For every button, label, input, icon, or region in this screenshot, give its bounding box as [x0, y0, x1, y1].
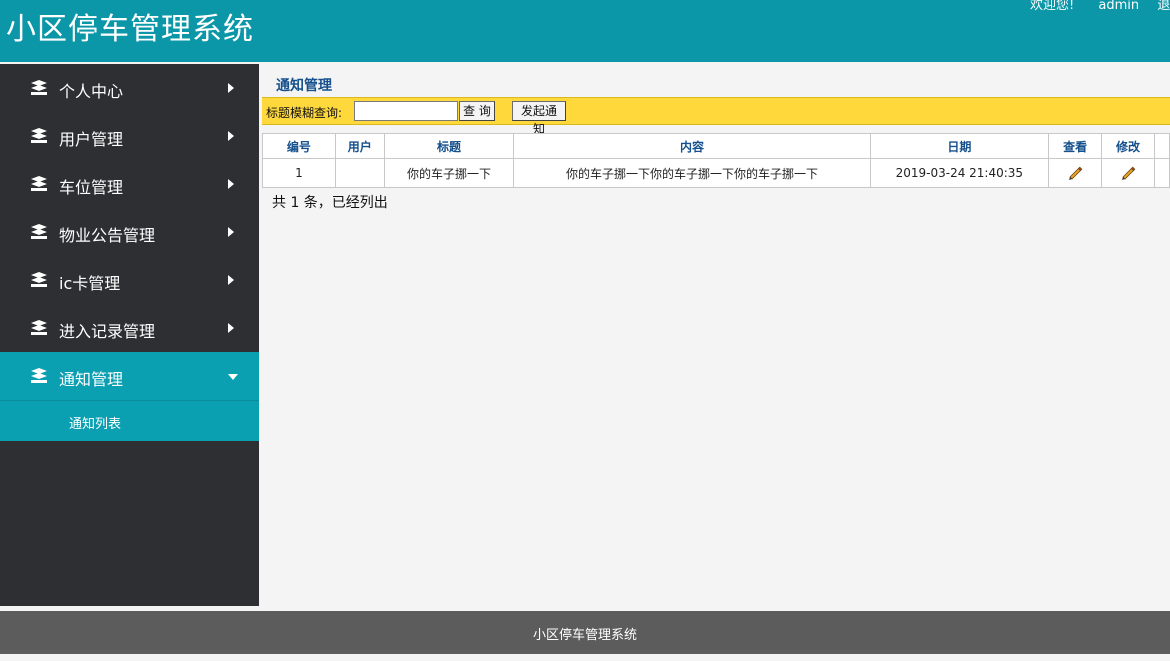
- sidebar-item-label: 个人中心: [59, 82, 124, 101]
- sidebar-item-label: 车位管理: [59, 178, 124, 197]
- cell-extra: [1153, 158, 1170, 188]
- stack-icon: [31, 368, 47, 383]
- pencil-icon[interactable]: [1067, 164, 1083, 180]
- sidebar-item-entry-records[interactable]: 进入记录管理: [0, 304, 259, 352]
- page-title: 通知管理: [276, 78, 332, 94]
- send-notification-button[interactable]: 发起通知: [512, 101, 566, 136]
- sidebar-item-ic-cards[interactable]: ic卡管理: [0, 256, 259, 304]
- chevron-right-icon: [228, 323, 234, 333]
- column-header-id: 编号: [262, 133, 336, 159]
- chevron-right-icon: [228, 275, 234, 285]
- cell-view: [1048, 158, 1103, 188]
- column-header-content: 内容: [513, 133, 871, 159]
- app-title: 小区停车管理系统: [6, 12, 254, 47]
- chevron-right-icon: [228, 131, 234, 141]
- cell-title: 你的车子挪一下: [383, 158, 515, 188]
- sidebar-item-users[interactable]: 用户管理: [0, 112, 259, 160]
- search-bar: 标题模糊查询: 查 询 发起通知: [262, 97, 1170, 136]
- top-header: 小区停车管理系统 欢迎您! admin 退: [0, 0, 1170, 62]
- column-header-date: 日期: [869, 133, 1050, 159]
- chevron-down-icon: [228, 374, 238, 380]
- notification-table: 编号 用户 标题 内容 日期 查看 修改 1 你的车子挪一下 你的车子挪一下你的…: [262, 133, 1170, 188]
- main-content: 通知管理 标题模糊查询: 查 询 发起通知 编号 用户 标题 内容 日期 查看 …: [262, 68, 1170, 606]
- column-header-extra: [1153, 133, 1170, 159]
- column-header-edit: 修改: [1101, 133, 1155, 159]
- sidebar: 个人中心 用户管理 车位管理 物业公告管理 ic卡管理 进入记录管理 通知管理 …: [0, 64, 259, 606]
- cell-edit: [1101, 158, 1155, 188]
- search-label: 标题模糊查询:: [266, 106, 343, 120]
- table-row: 1 你的车子挪一下 你的车子挪一下你的车子挪一下你的车子挪一下 2019-03-…: [262, 158, 1170, 188]
- footer-text: 小区停车管理系统: [532, 628, 637, 643]
- chevron-right-icon: [228, 179, 234, 189]
- table-header-row: 编号 用户 标题 内容 日期 查看 修改: [262, 133, 1170, 159]
- sidebar-item-label: 用户管理: [59, 130, 124, 149]
- logout-link[interactable]: 退: [1157, 0, 1170, 13]
- pencil-icon[interactable]: [1120, 164, 1136, 180]
- sidebar-subitem-label: 通知列表: [69, 417, 122, 432]
- sidebar-item-personal-center[interactable]: 个人中心: [0, 64, 259, 112]
- username-link[interactable]: admin: [1098, 0, 1139, 13]
- sidebar-item-label: 物业公告管理: [59, 226, 156, 245]
- title-search-input[interactable]: [354, 101, 458, 121]
- sidebar-subitem-notification-list[interactable]: 通知列表: [0, 400, 259, 441]
- welcome-text: 欢迎您!: [1030, 0, 1075, 13]
- cell-user: [334, 158, 385, 188]
- footer: 小区停车管理系统: [0, 611, 1170, 654]
- stack-icon: [31, 224, 47, 239]
- sidebar-item-announcements[interactable]: 物业公告管理: [0, 208, 259, 256]
- sidebar-item-label: ic卡管理: [59, 274, 121, 293]
- sidebar-item-label: 进入记录管理: [59, 322, 156, 341]
- sidebar-item-parking-spaces[interactable]: 车位管理: [0, 160, 259, 208]
- stack-icon: [31, 128, 47, 143]
- user-info: 欢迎您! admin 退: [1030, 0, 1170, 13]
- record-count-summary: 共 1 条，已经列出: [272, 195, 388, 211]
- cell-id: 1: [262, 158, 336, 188]
- stack-icon: [31, 272, 47, 287]
- stack-icon: [31, 176, 47, 191]
- sidebar-item-notifications[interactable]: 通知管理: [0, 352, 259, 400]
- chevron-right-icon: [228, 227, 234, 237]
- stack-icon: [31, 80, 47, 95]
- cell-date: 2019-03-24 21:40:35: [869, 158, 1050, 188]
- column-header-user: 用户: [334, 133, 385, 159]
- sidebar-item-label: 通知管理: [59, 370, 124, 389]
- column-header-view: 查看: [1048, 133, 1103, 159]
- search-button[interactable]: 查 询: [459, 101, 495, 121]
- stack-icon: [31, 320, 47, 335]
- chevron-right-icon: [228, 83, 234, 93]
- column-header-title: 标题: [383, 133, 515, 159]
- cell-content: 你的车子挪一下你的车子挪一下你的车子挪一下: [513, 158, 871, 188]
